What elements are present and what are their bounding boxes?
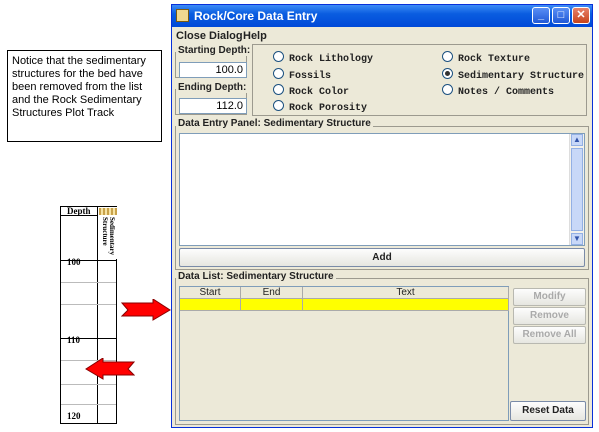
data-list-table[interactable]: Start End Text — [179, 286, 509, 421]
radio-dot — [273, 51, 284, 62]
app-icon — [176, 9, 189, 22]
radio-dot — [273, 84, 284, 95]
entry-text-area[interactable]: ▲ ▼ — [179, 133, 585, 246]
maximize-button[interactable]: □ — [552, 7, 570, 24]
table-header: Start End Text — [180, 287, 509, 299]
plot-track: Depth Sedimentary Structure 100 110 120 — [60, 206, 117, 424]
grid-line — [61, 282, 116, 283]
radio-dot-selected — [442, 68, 453, 79]
column-end[interactable]: End — [241, 287, 303, 299]
radio-dot — [273, 68, 284, 79]
ending-depth-input[interactable]: 112.0 — [179, 98, 247, 114]
add-button[interactable]: Add — [179, 248, 585, 267]
depth-tick-100: 100 — [67, 257, 81, 267]
starting-depth-label: Starting Depth: — [176, 45, 253, 56]
radio-rock-porosity[interactable]: Rock Porosity — [273, 100, 367, 114]
rock-core-dialog: Rock/Core Data Entry _ □ ✕ Close Dialog … — [171, 4, 593, 428]
grid-line — [61, 384, 116, 385]
radio-rock-color[interactable]: Rock Color — [273, 84, 349, 98]
column-text[interactable]: Text — [303, 287, 509, 299]
structure-pattern-icon — [99, 208, 117, 215]
title-bar[interactable]: Rock/Core Data Entry _ □ ✕ — [172, 5, 592, 27]
grid-line — [61, 304, 116, 305]
remove-all-button[interactable]: Remove All — [513, 326, 586, 344]
starting-depth-input[interactable]: 100.0 — [179, 62, 247, 78]
menu-bar: Close Dialog Help — [172, 27, 592, 45]
grid-line — [61, 404, 116, 405]
ending-depth-label: Ending Depth: — [176, 82, 249, 93]
vertical-scrollbar[interactable]: ▲ ▼ — [569, 134, 584, 245]
menu-close-dialog[interactable]: Close Dialog — [176, 30, 243, 42]
column-start[interactable]: Start — [180, 287, 241, 299]
cell-text — [303, 299, 509, 311]
data-entry-panel-title: Data Entry Panel: Sedimentary Structure — [176, 118, 373, 129]
arrow-left-icon — [85, 358, 135, 380]
cell-start — [180, 299, 241, 311]
depth-header: Depth — [67, 206, 91, 216]
radio-sedimentary-structure[interactable]: Sedimentary Structure — [442, 68, 584, 82]
arrow-right-icon — [121, 299, 171, 321]
reset-data-button[interactable]: Reset Data — [510, 401, 586, 421]
radio-notes-comments[interactable]: Notes / Comments — [442, 84, 554, 98]
sedimentary-track-header: Sedimentary Structure — [98, 207, 117, 259]
remove-button[interactable]: Remove — [513, 307, 586, 325]
radio-dot — [442, 84, 453, 95]
scroll-thumb[interactable] — [571, 148, 583, 231]
scroll-down-icon[interactable]: ▼ — [571, 233, 583, 245]
depth-tick-110: 110 — [67, 335, 81, 345]
table-row[interactable] — [180, 299, 509, 311]
radio-rock-texture[interactable]: Rock Texture — [442, 51, 530, 65]
radio-fossils[interactable]: Fossils — [273, 68, 331, 82]
data-list-panel-title: Data List: Sedimentary Structure — [176, 271, 336, 282]
window-title: Rock/Core Data Entry — [194, 9, 318, 23]
scroll-up-icon[interactable]: ▲ — [571, 134, 583, 146]
modify-button[interactable]: Modify — [513, 288, 586, 306]
minimize-button[interactable]: _ — [532, 7, 550, 24]
radio-dot — [442, 51, 453, 62]
cell-end — [241, 299, 303, 311]
radio-rock-lithology[interactable]: Rock Lithology — [273, 51, 373, 65]
radio-dot — [273, 100, 284, 111]
menu-help[interactable]: Help — [243, 30, 267, 42]
depth-tick-120: 120 — [67, 411, 81, 421]
annotation-note: Notice that the sedimentary structures f… — [7, 50, 162, 142]
sedimentary-track-label: Sedimentary Structure — [101, 217, 116, 256]
close-button[interactable]: ✕ — [572, 7, 590, 24]
